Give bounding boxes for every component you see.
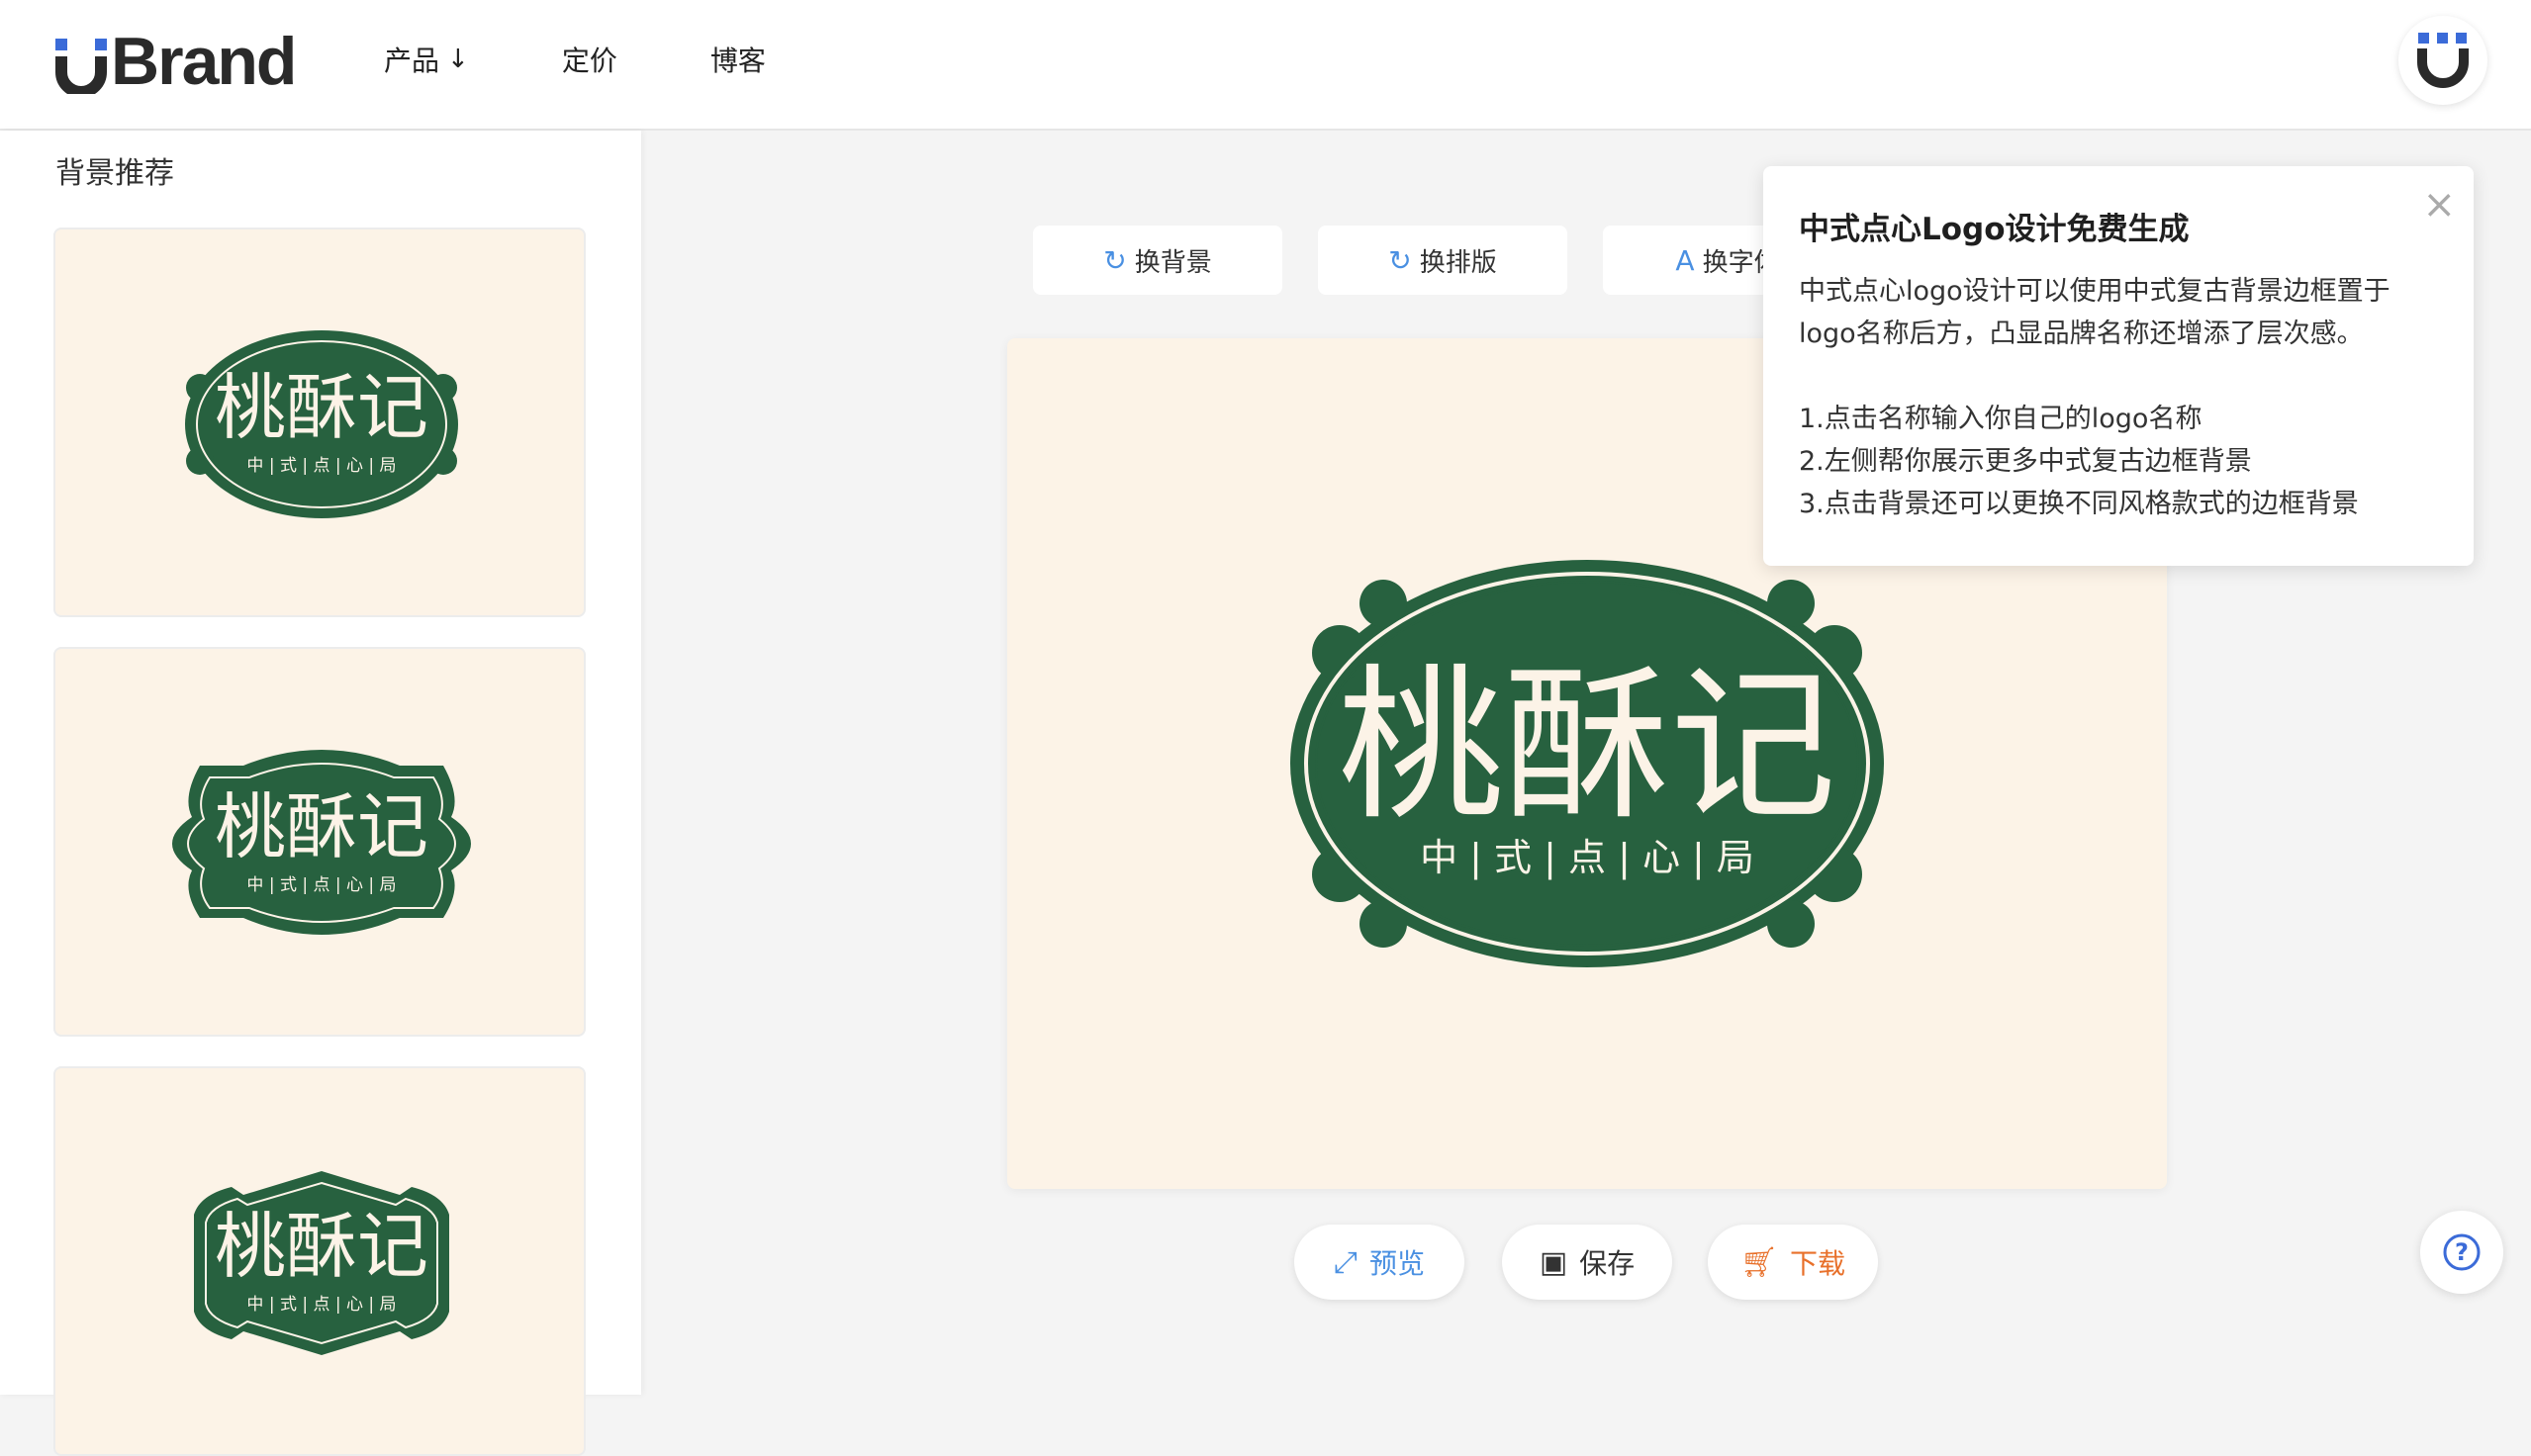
refresh-icon: ↻ <box>1388 243 1412 277</box>
thumb-logo-name: 桃酥记 <box>215 1205 428 1288</box>
nav-products[interactable]: 产品 ↓ <box>384 38 469 81</box>
nav-products-label: 产品 <box>384 45 440 77</box>
refresh-icon: ↻ <box>1103 243 1127 277</box>
save-icon: ▣ <box>1539 1244 1568 1280</box>
notched-badge: 桃酥记 中 | 式 | 点 | 心 | 局 <box>172 750 471 935</box>
expand-icon: ⤢ <box>1333 1244 1358 1280</box>
guide-step-1: 1.点击名称输入你自己的logo名称 <box>1799 404 2203 434</box>
thumb-logo-tagline: 中 | 式 | 点 | 心 | 局 <box>246 875 396 895</box>
guide-popover: × 中式点心Logo设计免费生成 中式点心logo设计可以使用中式复古背景边框置… <box>1763 166 2474 566</box>
change-background-label: 换背景 <box>1134 247 1212 278</box>
guide-title: 中式点心Logo设计免费生成 <box>1799 212 2190 247</box>
top-header: Brand 产品 ↓ 定价 博客 <box>0 0 2531 131</box>
user-avatar[interactable] <box>2398 16 2487 105</box>
brand-u-icon <box>55 39 107 94</box>
main-nav: 产品 ↓ 定价 博客 <box>384 38 859 81</box>
change-layout-label: 换排版 <box>1419 247 1497 278</box>
nav-pricing-label: 定价 <box>561 45 617 77</box>
octagon-badge: 桃酥记 中 | 式 | 点 | 心 | 局 <box>194 1171 449 1355</box>
sidebar-title: 背景推荐 <box>55 156 174 191</box>
arrow-down-icon: ↓ <box>447 45 469 74</box>
change-background-button[interactable]: ↻ 换背景 <box>1033 226 1282 295</box>
download-button[interactable]: 🛒︎ 下载 <box>1708 1225 1878 1300</box>
question-icon: ? <box>2443 1233 2481 1271</box>
nav-blog[interactable]: 博客 <box>710 38 766 81</box>
brand-logo[interactable]: Brand <box>55 22 297 101</box>
nav-pricing[interactable]: 定价 <box>562 38 617 81</box>
logo-tagline-text[interactable]: 中 | 式 | 点 | 心 | 局 <box>1420 836 1754 880</box>
avatar-u-icon <box>2417 33 2469 88</box>
svg-text:?: ? <box>2455 1238 2469 1266</box>
save-button[interactable]: ▣ 保存 <box>1502 1225 1672 1300</box>
background-thumbnail-3[interactable]: 桃酥记 中 | 式 | 点 | 心 | 局 <box>53 1066 586 1456</box>
help-button[interactable]: ? <box>2420 1211 2503 1294</box>
thumb-logo-tagline: 中 | 式 | 点 | 心 | 局 <box>246 1295 396 1315</box>
preview-label: 预览 <box>1368 1247 1425 1280</box>
font-a-icon: A <box>1675 243 1695 277</box>
thumb-logo-name: 桃酥记 <box>215 366 428 449</box>
thumb-logo-name: 桃酥记 <box>215 785 428 868</box>
thumb-logo-tagline: 中 | 式 | 点 | 心 | 局 <box>246 456 396 476</box>
change-layout-button[interactable]: ↻ 换排版 <box>1318 226 1567 295</box>
background-thumbnail-1[interactable]: 桃酥记 中 | 式 | 点 | 心 | 局 <box>53 228 586 617</box>
background-sidebar: 背景推荐 桃酥记 中 | 式 | 点 | 心 | 局 桃酥记 中 | 式 | 点… <box>0 131 641 1456</box>
brand-name: Brand <box>111 24 297 99</box>
preview-button[interactable]: ⤢ 预览 <box>1294 1225 1464 1300</box>
background-thumbnail-2[interactable]: 桃酥记 中 | 式 | 点 | 心 | 局 <box>53 647 586 1037</box>
guide-step-3: 3.点击背景还可以更换不同风格款式的边框背景 <box>1799 489 2359 519</box>
close-icon[interactable]: × <box>2422 182 2456 228</box>
guide-intro: 中式点心logo设计可以使用中式复古背景边框置于logo名称后方，凸显品牌名称还… <box>1799 276 2390 349</box>
save-label: 保存 <box>1579 1247 1636 1280</box>
logo-name-text[interactable]: 桃酥记 <box>1338 649 1836 843</box>
cart-icon: 🛒︎ <box>1739 1244 1779 1280</box>
scalloped-oval-badge: 桃酥记 中 | 式 | 点 | 心 | 局 <box>185 330 458 518</box>
guide-step-2: 2.左侧帮你展示更多中式复古边框背景 <box>1799 446 2252 477</box>
download-label: 下载 <box>1790 1247 1846 1280</box>
nav-blog-label: 博客 <box>709 45 766 77</box>
